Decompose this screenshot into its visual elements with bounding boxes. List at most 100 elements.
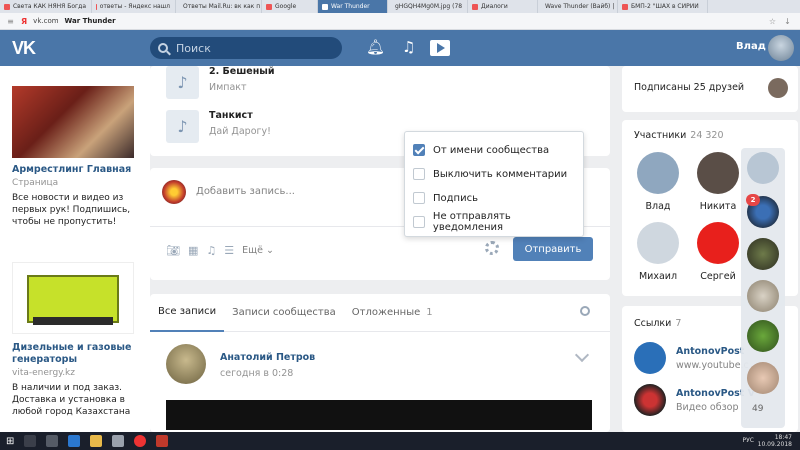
links-count: 7 bbox=[675, 318, 682, 329]
checkbox[interactable] bbox=[413, 192, 425, 204]
ad-subtitle: vita-energy.kz bbox=[12, 368, 75, 378]
wall-tab[interactable]: Записи сообщества bbox=[224, 294, 344, 332]
send-button[interactable]: Отправить bbox=[513, 237, 593, 261]
app-icon[interactable] bbox=[156, 435, 169, 447]
music-icon[interactable]: ♫ bbox=[206, 244, 216, 257]
links-title[interactable]: Ссылки 7 bbox=[634, 318, 681, 329]
vk-logo[interactable]: VK bbox=[12, 38, 36, 59]
post-author-name[interactable]: Анатолий Петров bbox=[220, 352, 315, 363]
browser-tab[interactable]: БМП-2 "ШАХ в СИРИИ bbox=[618, 0, 708, 13]
post-time[interactable]: сегодня в 0:28 bbox=[220, 368, 293, 379]
checkbox[interactable] bbox=[413, 144, 425, 156]
gear-icon[interactable] bbox=[485, 241, 499, 255]
track-artist[interactable]: Импакт bbox=[209, 82, 275, 93]
url-field[interactable]: vk.com bbox=[33, 17, 58, 25]
search-input[interactable]: Поиск bbox=[150, 37, 342, 59]
menu-icon[interactable]: ≡ bbox=[6, 17, 15, 26]
browser-tab[interactable]: gHGQH4Mg0M.jpg (78 bbox=[388, 0, 468, 13]
composer-toolbar: 📷︎ ▦ ♫ ☰ Ещё ⌄ bbox=[166, 244, 274, 257]
search-icon[interactable] bbox=[580, 306, 590, 316]
main-column: ♪ 2. Бешеный Импакт ♪ Танкист Дай Дарогу… bbox=[150, 66, 610, 432]
browser-address-bar: ≡ Я vk.com War Thunder ☆ ↓ bbox=[0, 13, 800, 30]
folder-icon[interactable] bbox=[90, 435, 103, 447]
post-option-label: Выключить комментарии bbox=[433, 168, 568, 180]
task-view-icon[interactable] bbox=[46, 435, 59, 447]
browser-tab[interactable]: War Thunder bbox=[318, 0, 388, 13]
wall-tab[interactable]: Все записи bbox=[150, 294, 225, 332]
friend-avatar[interactable] bbox=[768, 78, 788, 98]
member-item[interactable]: Сергей bbox=[696, 222, 740, 282]
checkbox[interactable] bbox=[413, 168, 425, 180]
app-icon[interactable] bbox=[112, 435, 125, 447]
ad-title[interactable]: Дизельные и газовые генераторы bbox=[12, 342, 142, 366]
browser-tab[interactable]: Wave Thunder (Вайб) | bbox=[538, 0, 618, 13]
bookmark-icon[interactable]: ☆ bbox=[768, 17, 777, 26]
user-name[interactable]: Влад bbox=[736, 41, 766, 52]
ad-image-generator[interactable] bbox=[12, 262, 134, 334]
chat-avatar[interactable] bbox=[747, 362, 779, 394]
audio-track[interactable]: ♪ 2. Бешеный Импакт bbox=[166, 66, 275, 99]
ad-image-armwrestling[interactable] bbox=[12, 86, 134, 158]
yandex-browser-icon[interactable] bbox=[134, 435, 147, 447]
user-avatar[interactable] bbox=[768, 35, 794, 61]
members-count: 24 320 bbox=[690, 130, 724, 141]
video-icon[interactable] bbox=[430, 40, 450, 56]
chat-avatar[interactable] bbox=[747, 152, 779, 184]
windows-start-icon[interactable]: ⊞ bbox=[6, 436, 14, 447]
browser-tab[interactable]: ответы - Яндекс нашл bbox=[92, 0, 176, 13]
post-option[interactable]: Подпись bbox=[405, 186, 583, 210]
bell-icon[interactable]: 🔔︎ bbox=[366, 38, 385, 56]
post-video[interactable] bbox=[166, 400, 592, 430]
browser-tab[interactable]: Диалоги bbox=[468, 0, 538, 13]
composer-input[interactable]: Добавить запись... bbox=[196, 186, 295, 197]
browser-tab[interactable]: Google bbox=[262, 0, 318, 13]
link-item[interactable]: AntonovPost V Видео обзор bbox=[634, 384, 755, 416]
browser-tab[interactable]: Ответы Mail.Ru: вк как п bbox=[176, 0, 262, 13]
post-option[interactable]: Выключить комментарии bbox=[405, 162, 583, 186]
yandex-logo-icon[interactable]: Я bbox=[21, 17, 27, 26]
chevron-down-icon[interactable] bbox=[574, 347, 590, 363]
favicon-icon bbox=[322, 3, 328, 10]
wall-tabs: Все записи Записи сообщества Отложенные 1 bbox=[150, 294, 610, 332]
wall-card: Все записи Записи сообщества Отложенные 1 А… bbox=[150, 294, 610, 432]
audio-track[interactable]: ♪ Танкист Дай Дарогу! bbox=[166, 110, 271, 143]
link-avatar bbox=[634, 342, 666, 374]
music-icon[interactable]: ♫ bbox=[402, 38, 415, 56]
tray-language[interactable]: РУС bbox=[743, 437, 754, 444]
search-icon bbox=[158, 43, 168, 53]
browser-tab-label: Света КАК НЯНЯ Богда bbox=[12, 3, 86, 10]
text-format-icon[interactable]: ☰ bbox=[224, 244, 234, 257]
post-option[interactable]: Не отправлять уведомления bbox=[405, 210, 583, 234]
checkbox[interactable] bbox=[413, 216, 425, 228]
member-item[interactable]: Влад bbox=[636, 152, 680, 212]
more-button[interactable]: Ещё ⌄ bbox=[242, 245, 274, 256]
member-item[interactable]: Михаил bbox=[636, 222, 680, 282]
download-icon[interactable]: ↓ bbox=[783, 17, 792, 26]
video-film-icon[interactable]: ▦ bbox=[188, 244, 198, 257]
member-item[interactable]: Никита bbox=[696, 152, 740, 212]
chat-sidebar bbox=[741, 148, 785, 428]
link-item[interactable]: AntonovPost www.youtube.c bbox=[634, 342, 749, 374]
track-artist[interactable]: Дай Дарогу! bbox=[209, 126, 271, 137]
browser-tab[interactable]: Света КАК НЯНЯ Богда bbox=[0, 0, 92, 13]
favicon-icon bbox=[96, 3, 97, 10]
ad-title[interactable]: Армрестлинг Главная bbox=[12, 164, 142, 176]
friends-card[interactable]: Подписаны 25 друзей bbox=[622, 66, 798, 112]
edge-icon[interactable] bbox=[68, 435, 81, 447]
camera-icon[interactable]: 📷︎ bbox=[166, 244, 180, 257]
chat-avatar[interactable] bbox=[747, 280, 779, 312]
friends-label: Подписаны 25 друзей bbox=[634, 82, 745, 93]
chat-count[interactable]: 49 bbox=[752, 404, 763, 414]
post-author-avatar[interactable] bbox=[166, 344, 206, 384]
chat-avatar[interactable] bbox=[747, 320, 779, 352]
post-option[interactable]: От имени сообщества bbox=[405, 138, 583, 162]
chat-avatar[interactable] bbox=[747, 238, 779, 270]
tray-clock[interactable]: 18:47 10.09.2018 bbox=[758, 434, 792, 448]
tray-time: 18:47 bbox=[774, 434, 792, 441]
link-desc: www.youtube.c bbox=[676, 359, 749, 371]
browser-tab-label: Ответы Mail.Ru: вк как п bbox=[183, 3, 261, 10]
links-title-text: Ссылки bbox=[634, 318, 672, 329]
search-icon[interactable] bbox=[24, 435, 37, 447]
members-title[interactable]: Участники 24 320 bbox=[634, 130, 724, 141]
wall-tab[interactable]: Отложенные 1 bbox=[344, 294, 441, 332]
